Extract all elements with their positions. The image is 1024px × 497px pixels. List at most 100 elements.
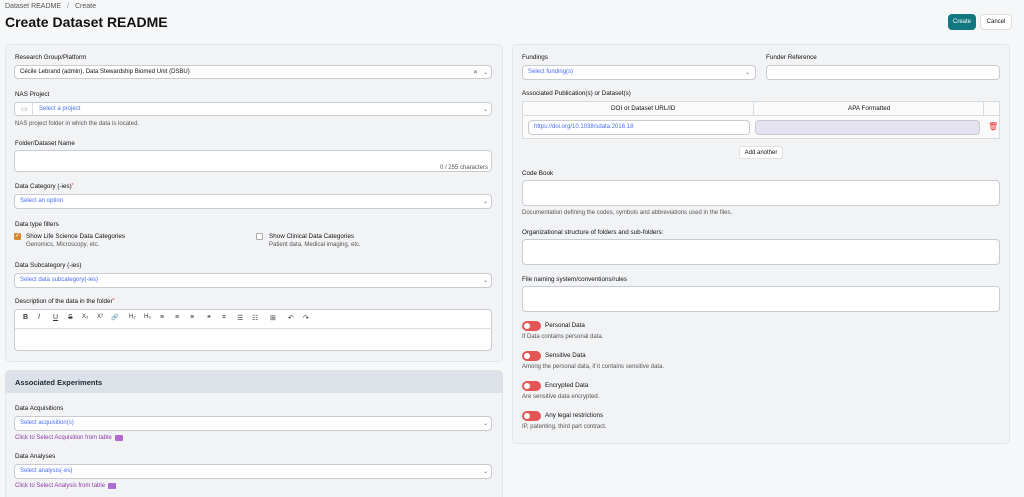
- subscript-icon[interactable]: X₂: [82, 314, 88, 320]
- chevron-down-icon[interactable]: ⌄: [745, 69, 750, 76]
- breadcrumb-parent[interactable]: Dataset README: [5, 3, 61, 10]
- legal-restrictions-toggle[interactable]: [522, 411, 541, 421]
- trash-icon[interactable]: 🗑: [988, 122, 998, 131]
- codebook-textarea[interactable]: [522, 180, 1000, 206]
- life-science-sub: Genomics, Microscopy, etc.: [26, 242, 100, 248]
- column-divider: [753, 102, 754, 115]
- analyses-placeholder: Select analysis(-es): [20, 468, 73, 474]
- chevron-down-icon[interactable]: ⌄: [483, 198, 488, 205]
- heading2-icon[interactable]: H₂: [129, 314, 136, 320]
- chevron-down-icon[interactable]: ⌄: [483, 69, 488, 76]
- data-subcategory-select[interactable]: Select data subcategory(-ies) ⌄: [14, 273, 492, 288]
- data-category-label-text: Data Category (-ies): [15, 183, 72, 190]
- data-category-placeholder: Select an option: [20, 198, 64, 204]
- life-science-checkbox[interactable]: ✓: [14, 233, 21, 240]
- experiments-header: Associated Experiments: [5, 370, 503, 393]
- fundings-placeholder: Select funding(s): [528, 69, 574, 75]
- encrypted-data-help: Are sensitive data encrypted.: [522, 394, 600, 400]
- link-icon[interactable]: 🔗: [111, 314, 118, 321]
- select-analysis-link[interactable]: Click to Select Analysis from table: [15, 483, 117, 489]
- table-icon: [114, 435, 123, 441]
- personal-data-label: Personal Data: [545, 322, 585, 329]
- publications-label: Associated Publication(s) or Dataset(s): [522, 90, 631, 97]
- select-acquisition-link[interactable]: Click to Select Acquisition from table: [15, 435, 123, 441]
- description-label-text: Description of the data in the folder: [15, 298, 113, 305]
- nas-project-placeholder: Select a project: [39, 106, 81, 112]
- page-title: Create Dataset README: [5, 14, 168, 30]
- data-category-select[interactable]: Select an option ⌄: [14, 194, 492, 209]
- add-another-button[interactable]: Add another: [739, 146, 783, 159]
- personal-data-toggle[interactable]: [522, 321, 541, 331]
- encrypted-data-label: Encrypted Data: [545, 382, 589, 389]
- undo-icon[interactable]: ↶: [288, 314, 294, 322]
- create-button[interactable]: Create: [948, 14, 976, 30]
- table-icon[interactable]: ⊞: [270, 314, 276, 322]
- fundings-label: Fundings: [522, 54, 548, 61]
- cancel-button[interactable]: Cancel: [980, 14, 1012, 30]
- redo-icon[interactable]: ↷: [303, 314, 309, 322]
- description-label: Description of the data in the folder*: [15, 298, 115, 305]
- select-analysis-text: Click to Select Analysis from table: [15, 483, 106, 489]
- acquisitions-select[interactable]: Select acquisition(s) ⌄: [14, 416, 492, 431]
- align-right-icon[interactable]: ≡: [190, 314, 194, 321]
- header-divider: [523, 115, 999, 116]
- chevron-down-icon[interactable]: ⌄: [483, 277, 488, 284]
- sensitive-data-toggle[interactable]: [522, 351, 541, 361]
- codebook-label: Code Book: [522, 170, 554, 177]
- acquisitions-placeholder: Select acquisition(s): [20, 420, 74, 426]
- clinical-checkbox[interactable]: [256, 233, 263, 240]
- chevron-down-icon[interactable]: ⌄: [483, 468, 488, 475]
- align-center-icon[interactable]: ≡: [175, 314, 179, 321]
- funder-reference-label: Funder Reference: [766, 54, 817, 61]
- apa-input[interactable]: [755, 120, 980, 135]
- nas-project-label: NAS Project: [15, 91, 50, 98]
- research-group-select[interactable]: Cécile Lebrand (admin), Data Stewardship…: [14, 65, 492, 79]
- quote-icon[interactable]: ❝: [207, 314, 211, 322]
- org-structure-label: Organizational structure of folders and …: [522, 229, 664, 236]
- org-structure-textarea[interactable]: [522, 239, 1000, 265]
- encrypted-data-toggle[interactable]: [522, 381, 541, 391]
- apa-column-header: APA Formatted: [848, 105, 891, 112]
- superscript-icon[interactable]: X²: [97, 314, 103, 320]
- code-block-icon[interactable]: ⌗: [222, 314, 226, 322]
- align-left-icon[interactable]: ≡: [160, 314, 164, 321]
- folder-name-input[interactable]: 0 / 255 characters: [14, 150, 492, 172]
- breadcrumb-current: Create: [74, 3, 96, 10]
- nas-project-select[interactable]: ▭ Select a project ⌄: [14, 102, 492, 116]
- data-subcategory-label: Data Subcategory (-ies): [15, 262, 82, 269]
- experiments-title: Associated Experiments: [15, 378, 103, 387]
- select-acquisition-text: Click to Select Acquisition from table: [15, 435, 112, 441]
- data-type-filters-label: Data type filters: [15, 221, 59, 228]
- breadcrumb-separator: /: [67, 3, 69, 10]
- toolbar-divider: [15, 328, 491, 329]
- character-counter: 0 / 255 characters: [439, 165, 488, 171]
- doi-column-header: DOI or Dataset URL/ID: [611, 105, 676, 112]
- codebook-help: Documentation defining the codes, symbol…: [522, 210, 733, 216]
- doi-input[interactable]: https://doi.org/10.1038/sdata.2016.18: [528, 120, 750, 135]
- underline-icon[interactable]: U: [53, 314, 58, 321]
- sensitive-data-help: Among the personal data, if it contains …: [522, 364, 665, 370]
- heading3-icon[interactable]: H₃: [144, 314, 151, 320]
- table-icon: [108, 483, 117, 489]
- data-category-label: Data Category (-ies)*: [15, 183, 74, 190]
- chevron-down-icon[interactable]: ⌄: [483, 106, 488, 113]
- divider: [32, 103, 33, 115]
- description-editor[interactable]: B I U S X₂ X² 🔗 H₂ H₃ ≡ ≡ ≡ ❝ ⌗ ☰ ☷ ⊞ ↶ …: [14, 309, 492, 351]
- analyses-select[interactable]: Select analysis(-es) ⌄: [14, 464, 492, 479]
- research-group-label: Research Group/Platform: [15, 54, 87, 61]
- folder-icon: ▭: [21, 106, 28, 113]
- strikethrough-icon[interactable]: S: [68, 314, 73, 321]
- data-subcategory-placeholder: Select data subcategory(-ies): [20, 277, 99, 283]
- chevron-down-icon[interactable]: ⌄: [483, 420, 488, 427]
- italic-icon[interactable]: I: [38, 314, 40, 321]
- clear-icon[interactable]: ✕: [473, 69, 478, 76]
- funder-reference-input[interactable]: [766, 65, 1000, 80]
- bullet-list-icon[interactable]: ☰: [237, 314, 243, 322]
- bold-icon[interactable]: B: [23, 314, 28, 321]
- fundings-select[interactable]: Select funding(s) ⌄: [522, 65, 756, 80]
- nas-project-help: NAS project folder in which the data is …: [15, 121, 140, 127]
- ordered-list-icon[interactable]: ☷: [252, 314, 258, 322]
- personal-data-help: If Data contains personal data.: [522, 334, 604, 340]
- folder-name-label: Folder/Dataset Name: [15, 140, 75, 147]
- naming-textarea[interactable]: [522, 286, 1000, 312]
